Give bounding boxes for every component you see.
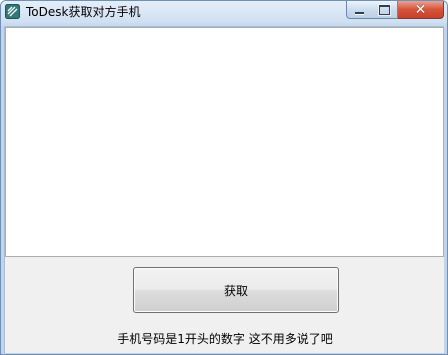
client-area: 获取 手机号码是1开头的数字 这不用多说了吧 bbox=[4, 26, 444, 353]
minimize-button[interactable] bbox=[346, 1, 373, 19]
close-icon: ✕ bbox=[414, 1, 427, 18]
minimize-icon bbox=[355, 11, 364, 14]
maximize-button[interactable] bbox=[372, 1, 398, 19]
title-bar[interactable]: ToDesk获取对方手机 ✕ bbox=[1, 1, 447, 23]
todesk-logo-icon bbox=[5, 4, 20, 19]
maximize-icon bbox=[379, 4, 390, 15]
app-window: ToDesk获取对方手机 ✕ 获取 手机号码是1开头的数字 这不用多说了吧 bbox=[0, 0, 448, 355]
get-button[interactable]: 获取 bbox=[133, 267, 339, 313]
window-title: ToDesk获取对方手机 bbox=[26, 5, 141, 19]
close-button[interactable]: ✕ bbox=[398, 1, 444, 19]
hint-label: 手机号码是1开头的数字 这不用多说了吧 bbox=[117, 332, 333, 346]
output-textarea[interactable] bbox=[5, 27, 444, 257]
